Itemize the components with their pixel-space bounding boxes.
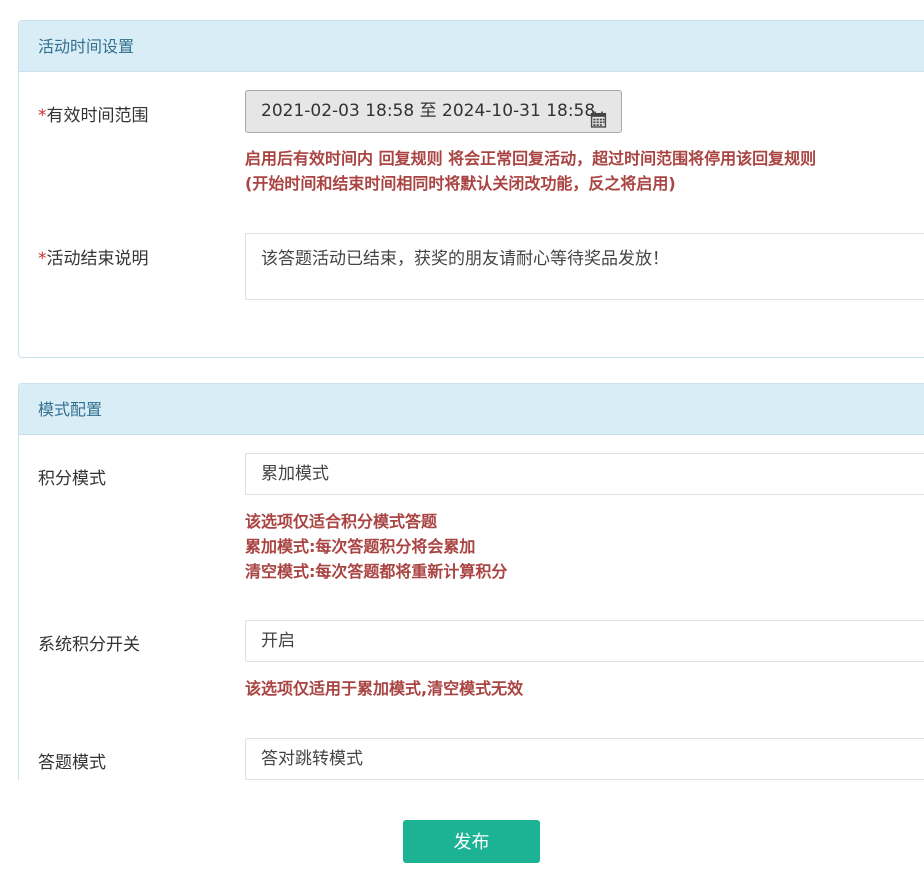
help-line: 该选项仅适合积分模式答题	[245, 512, 438, 531]
answer-mode-select[interactable]: 答对跳转模式	[245, 738, 924, 780]
help-line: (开始时间和结束时间相同时将默认关闭改功能，反之将启用)	[245, 174, 676, 193]
required-mark: *	[38, 249, 47, 269]
activity-time-panel-heading: 活动时间设置	[19, 21, 924, 72]
help-line: 清空模式:每次答题都将重新计算积分	[245, 562, 508, 581]
required-mark: *	[38, 106, 47, 126]
score-mode-select[interactable]: 累加模式	[245, 453, 924, 495]
system-score-label: 系统积分开关	[38, 635, 140, 655]
score-mode-label: 积分模式	[38, 469, 106, 489]
end-note-label-text: 活动结束说明	[46, 249, 149, 269]
publish-button[interactable]: 发布	[403, 820, 540, 863]
valid-range-value: 2021-02-03 18:58 至 2024-10-31 18:58	[261, 101, 596, 121]
valid-range-label-text: 有效时间范围	[46, 106, 149, 126]
help-line: 该选项仅适用于累加模式,清空模式无效	[245, 679, 524, 698]
help-line: 启用后有效时间内 回复规则 将会正常回复活动，超过时间范围将停用该回复规则	[245, 149, 817, 168]
help-line: 累加模式:每次答题积分将会累加	[245, 537, 476, 556]
valid-range-label: *有效时间范围	[38, 101, 149, 126]
system-score-help: 该选项仅适用于累加模式,清空模式无效	[245, 676, 523, 701]
answer-mode-label: 答题模式	[38, 753, 106, 773]
end-note-textarea[interactable]: 该答题活动已结束，获奖的朋友请耐心等待奖品发放！	[245, 233, 924, 300]
end-note-label: *活动结束说明	[38, 244, 149, 269]
valid-range-date-input[interactable]: 2021-02-03 18:58 至 2024-10-31 18:58	[245, 90, 622, 133]
mode-config-panel: 模式配置 积分模式 累加模式 该选项仅适合积分模式答题 累加模式:每次答题积分将…	[18, 383, 924, 803]
score-mode-help: 该选项仅适合积分模式答题 累加模式:每次答题积分将会累加 清空模式:每次答题都将…	[245, 509, 507, 584]
mode-config-panel-heading: 模式配置	[19, 384, 924, 435]
page: 活动时间设置 *有效时间范围 2021-02-03 18:58 至 2024-1…	[0, 0, 924, 877]
valid-range-help: 启用后有效时间内 回复规则 将会正常回复活动，超过时间范围将停用该回复规则 (开…	[245, 146, 816, 196]
footer-bar: 发布	[0, 780, 924, 877]
activity-time-panel: 活动时间设置 *有效时间范围 2021-02-03 18:58 至 2024-1…	[18, 20, 924, 358]
calendar-icon[interactable]	[590, 103, 607, 128]
system-score-select[interactable]: 开启	[245, 620, 924, 662]
